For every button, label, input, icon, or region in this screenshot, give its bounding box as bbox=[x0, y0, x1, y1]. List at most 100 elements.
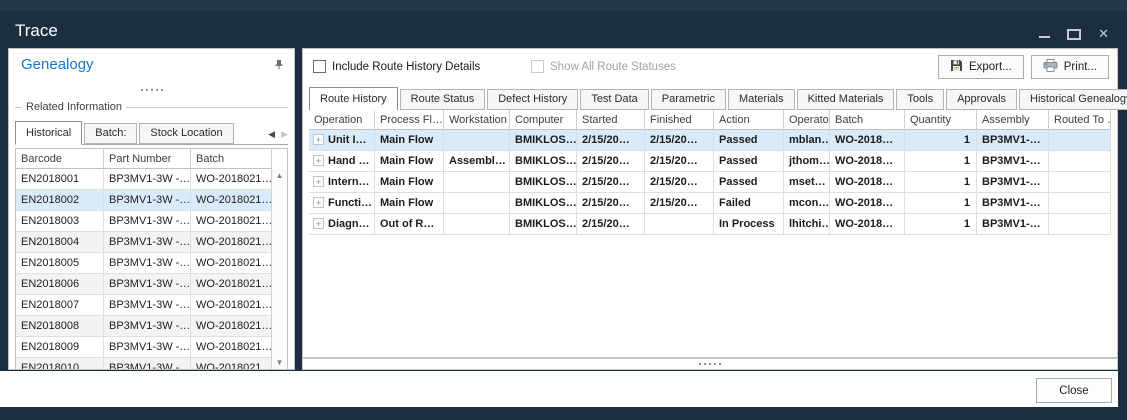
cell: EN2018007 bbox=[16, 295, 104, 316]
cell: 2/15/20… bbox=[577, 130, 645, 151]
cell: Main Flow bbox=[375, 151, 444, 172]
print-label: Print... bbox=[1064, 61, 1097, 73]
tab-approvals[interactable]: Approvals bbox=[946, 89, 1017, 110]
splitter-grip[interactable] bbox=[141, 89, 163, 91]
column-header[interactable]: Batch bbox=[191, 149, 272, 169]
maximize-icon[interactable] bbox=[1067, 29, 1081, 40]
tab-batch[interactable]: Batch: bbox=[84, 123, 137, 144]
close-icon[interactable]: ✕ bbox=[1098, 27, 1109, 40]
checkbox-label: Show All Route Statuses bbox=[550, 61, 676, 73]
expand-icon[interactable]: + bbox=[313, 197, 324, 208]
expand-icon[interactable]: + bbox=[313, 134, 324, 145]
tab-stock-location[interactable]: Stock Location bbox=[139, 123, 233, 144]
column-header[interactable]: Computer bbox=[510, 110, 577, 130]
cell: BP3MV1-3W -… bbox=[104, 274, 191, 295]
cell: EN2018008 bbox=[16, 316, 104, 337]
tab-route-status[interactable]: Route Status bbox=[400, 89, 486, 110]
cell: BP3MV1-3W -… bbox=[104, 211, 191, 232]
close-button[interactable]: Close bbox=[1036, 378, 1112, 403]
tab-historical[interactable]: Historical bbox=[15, 121, 82, 145]
grid-row[interactable]: +Functi…Main FlowBMIKLOS…2/15/20…2/15/20… bbox=[309, 193, 1111, 214]
grid-row[interactable]: +Diagn…Out of R…BMIKLOS…2/15/20…In Proce… bbox=[309, 214, 1111, 235]
expand-icon[interactable]: + bbox=[313, 218, 324, 229]
tab-test-data[interactable]: Test Data bbox=[580, 89, 648, 110]
pin-icon[interactable] bbox=[273, 58, 285, 76]
tab-defect-history[interactable]: Defect History bbox=[487, 89, 578, 110]
cell: BMIKLOS… bbox=[510, 130, 577, 151]
cell: Main Flow bbox=[375, 130, 444, 151]
scroll-up-icon[interactable]: ▲ bbox=[272, 171, 287, 180]
column-header[interactable]: Assembly bbox=[977, 110, 1049, 130]
table-row[interactable]: EN2018002BP3MV1-3W -…WO-2018021… bbox=[16, 190, 272, 211]
column-header[interactable]: Process Fl… bbox=[375, 110, 444, 130]
cell bbox=[1049, 130, 1111, 151]
tab-kitted-materials[interactable]: Kitted Materials bbox=[797, 89, 895, 110]
table-row[interactable]: EN2018004BP3MV1-3W -…WO-2018021… bbox=[16, 232, 272, 253]
print-button[interactable]: Print... bbox=[1031, 55, 1109, 79]
column-header[interactable]: Operation bbox=[309, 110, 375, 130]
splitter-grip[interactable] bbox=[699, 363, 721, 365]
grid-row[interactable]: +Intern…Main FlowBMIKLOS…2/15/20…2/15/20… bbox=[309, 172, 1111, 193]
column-header[interactable]: Action bbox=[714, 110, 784, 130]
cell: +Intern… bbox=[309, 172, 375, 193]
genealogy-table: BarcodePart NumberBatchEN2018001BP3MV1-3… bbox=[15, 148, 288, 370]
cell: +Hand … bbox=[309, 151, 375, 172]
column-header[interactable]: Started bbox=[577, 110, 645, 130]
cell bbox=[444, 172, 510, 193]
cell: WO-2018021… bbox=[191, 253, 272, 274]
cell: WO-2018021… bbox=[191, 274, 272, 295]
expand-icon[interactable]: + bbox=[313, 155, 324, 166]
column-header[interactable]: Workstation bbox=[444, 110, 510, 130]
table-row[interactable]: EN2018006BP3MV1-3W -…WO-2018021… bbox=[16, 274, 272, 295]
cell: EN2018001 bbox=[16, 169, 104, 190]
column-header[interactable]: Finished bbox=[645, 110, 714, 130]
table-row[interactable]: EN2018008BP3MV1-3W -…WO-2018021… bbox=[16, 316, 272, 337]
cell: Out of R… bbox=[375, 214, 444, 235]
include-route-history-details-checkbox[interactable]: Include Route History Details bbox=[313, 60, 480, 73]
cell: 1 bbox=[905, 214, 977, 235]
cell: BP3MV1-… bbox=[977, 214, 1049, 235]
toolbar: Export... Print... bbox=[938, 55, 1109, 79]
table-row[interactable]: EN2018003BP3MV1-3W -…WO-2018021… bbox=[16, 211, 272, 232]
table-row[interactable]: EN2018007BP3MV1-3W -…WO-2018021… bbox=[16, 295, 272, 316]
cell: BP3MV1-3W -… bbox=[104, 358, 191, 370]
export-button[interactable]: Export... bbox=[938, 55, 1024, 79]
tab-route-history[interactable]: Route History bbox=[309, 87, 398, 111]
column-header[interactable]: Operator bbox=[784, 110, 830, 130]
vertical-scrollbar[interactable]: ▲ ▼ bbox=[271, 169, 287, 369]
tab-scroll-left-icon[interactable]: ◀ bbox=[268, 129, 275, 140]
cell: WO-2018021… bbox=[191, 316, 272, 337]
table-row[interactable]: EN2018001BP3MV1-3W -…WO-2018021… bbox=[16, 169, 272, 190]
grid-row[interactable]: +Hand …Main FlowAssembl…BMIKLOS…2/15/20…… bbox=[309, 151, 1111, 172]
table-row[interactable]: EN2018009BP3MV1-3W -…WO-2018021… bbox=[16, 337, 272, 358]
table-row[interactable]: EN2018005BP3MV1-3W -…WO-2018021… bbox=[16, 253, 272, 274]
column-header[interactable]: Quantity bbox=[905, 110, 977, 130]
cell: lhitchi… bbox=[784, 214, 830, 235]
cell bbox=[1049, 151, 1111, 172]
grid-row[interactable]: +Unit I…Main FlowBMIKLOS…2/15/20…2/15/20… bbox=[309, 130, 1111, 151]
tab-parametric[interactable]: Parametric bbox=[651, 89, 726, 110]
scroll-down-icon[interactable]: ▼ bbox=[272, 358, 287, 367]
checkbox-label: Include Route History Details bbox=[332, 61, 480, 73]
column-header[interactable]: Routed To … bbox=[1049, 110, 1111, 130]
cell bbox=[1049, 214, 1111, 235]
horizontal-splitter[interactable] bbox=[302, 358, 1118, 370]
cell: BP3MV1-3W -… bbox=[104, 169, 191, 190]
expand-icon[interactable]: + bbox=[313, 176, 324, 187]
tab-historical-genealogy[interactable]: Historical Genealogy bbox=[1019, 89, 1127, 110]
cell: 2/15/20… bbox=[645, 193, 714, 214]
window-title: Trace bbox=[15, 21, 58, 41]
column-header[interactable]: Batch bbox=[830, 110, 905, 130]
cell: EN2018002 bbox=[16, 190, 104, 211]
column-header[interactable]: Barcode bbox=[16, 149, 104, 169]
minimize-icon[interactable] bbox=[1039, 36, 1050, 38]
cell: +Diagn… bbox=[309, 214, 375, 235]
cell: WO-2018021… bbox=[191, 232, 272, 253]
tab-materials[interactable]: Materials bbox=[728, 89, 795, 110]
cell: mblan… bbox=[784, 130, 830, 151]
table-row[interactable]: EN2018010BP3MV1-3W -…WO-2018021… bbox=[16, 358, 272, 370]
cell: Passed bbox=[714, 130, 784, 151]
column-header[interactable]: Part Number bbox=[104, 149, 191, 169]
cell bbox=[1049, 193, 1111, 214]
tab-tools[interactable]: Tools bbox=[896, 89, 944, 110]
